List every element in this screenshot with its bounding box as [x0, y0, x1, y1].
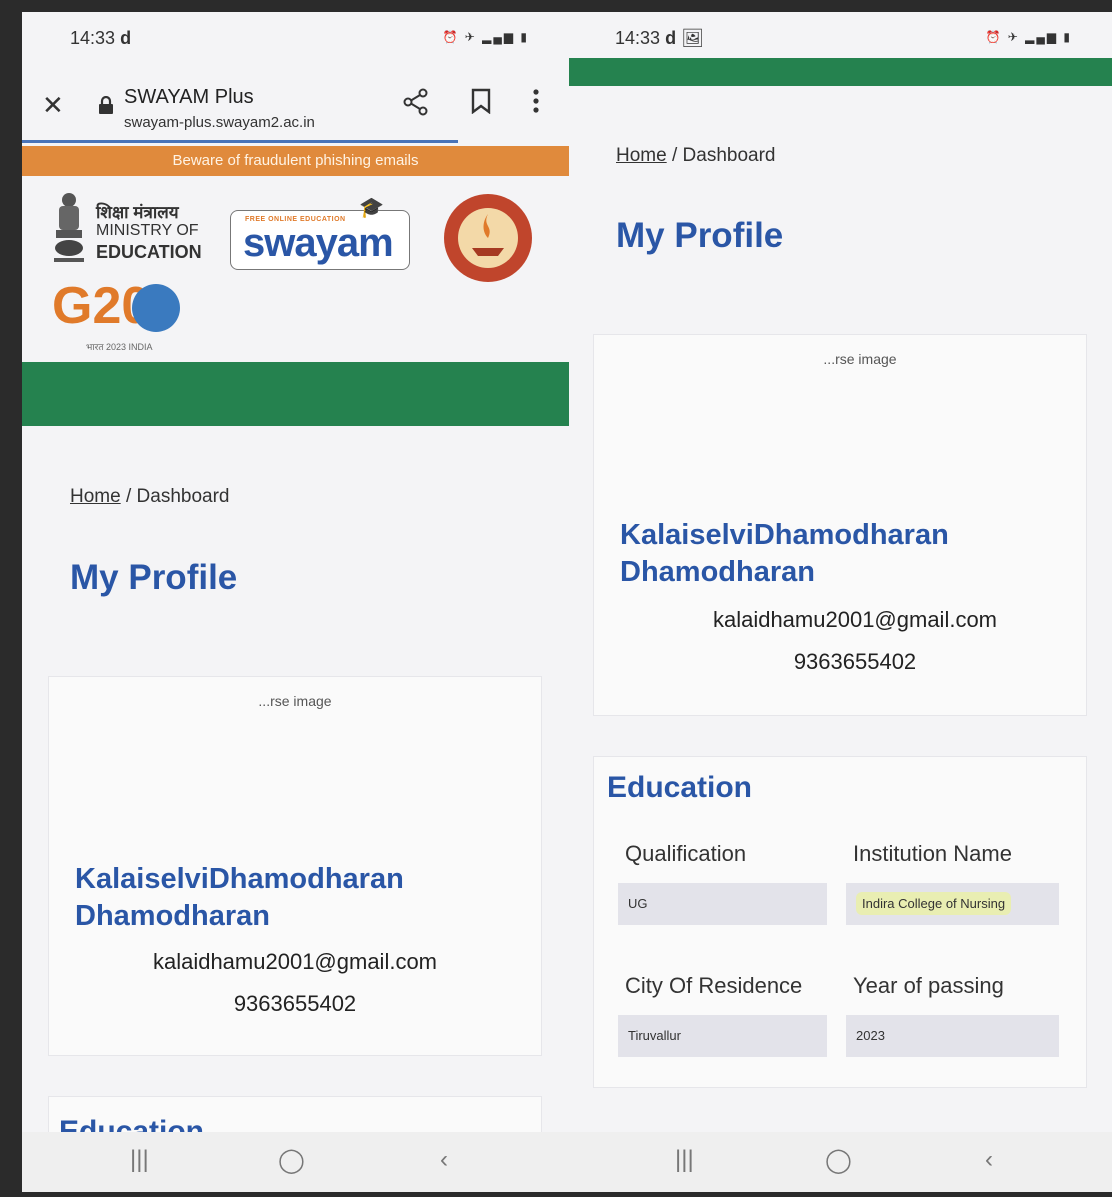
year-field: 2023	[846, 1015, 1059, 1057]
browser-toolbar: ✕ SWAYAM Plus swayam-plus.swayam2.ac.in	[22, 70, 569, 140]
site-title: SWAYAM Plus	[124, 86, 254, 108]
qualification-label: Qualification	[625, 841, 747, 866]
status-bar: 14:33 d ⏰ ✈ ▂▄▆ ▮	[22, 12, 569, 58]
city-field: Tiruvallur	[618, 1015, 827, 1057]
green-nav-band	[22, 362, 569, 426]
profile-name: KalaiselviDhamodharan Dhamodharan	[75, 863, 404, 932]
city-label: City Of Residence	[625, 973, 803, 998]
lotus-globe-icon	[132, 284, 180, 332]
year-label: Year of passing	[853, 973, 1004, 998]
lock-icon	[98, 95, 114, 119]
bookmark-icon[interactable]	[470, 88, 492, 121]
share-icon[interactable]	[402, 88, 430, 123]
profile-email: kalaidhamu2001@gmail.com	[152, 949, 438, 974]
more-vert-icon[interactable]	[530, 88, 542, 121]
right-screenshot: 14:33 d 🖼 ⏰ ✈ ▂▄▆ ▮ Home / Dashboard My …	[569, 12, 1112, 1192]
graduation-cap-icon: 🎓	[359, 197, 384, 219]
institution-label: Institution Name	[853, 841, 1012, 866]
site-url[interactable]: swayam-plus.swayam2.ac.in	[124, 114, 315, 131]
android-nav-bar: ||| ◯ ‹	[569, 1132, 1112, 1192]
ministry-of-education-logo: शिक्षा मंत्रालय MINISTRY OF EDUCATION	[50, 190, 202, 270]
close-icon[interactable]: ✕	[42, 90, 64, 121]
recents-icon[interactable]: |||	[130, 1146, 149, 1174]
home-icon[interactable]: ◯	[278, 1146, 305, 1175]
recents-icon[interactable]: |||	[675, 1146, 694, 1174]
profile-card: ...rse image KalaiselviDhamodharan Dhamo…	[48, 676, 542, 1056]
status-icons: ⏰ ✈ ▂▄▆ ▮	[985, 30, 1072, 44]
breadcrumb-current: / Dashboard	[671, 145, 776, 166]
profile-phone: 9363655402	[793, 649, 917, 674]
breadcrumb-current: / Dashboard	[125, 486, 230, 507]
education-card: Education Qualification UG Institution N…	[593, 756, 1087, 1088]
profile-image-placeholder: ...rse image	[258, 693, 332, 709]
profile-image-placeholder: ...rse image	[823, 351, 897, 367]
profile-card: ...rse image KalaiselviDhamodharan Dhamo…	[593, 334, 1087, 716]
green-nav-band	[569, 58, 1112, 86]
breadcrumb-home-link[interactable]: Home	[70, 486, 121, 507]
breadcrumb: Home / Dashboard	[70, 486, 229, 508]
swayam-logo[interactable]: 🎓 FREE ONLINE EDUCATION swayam	[230, 197, 410, 270]
status-bar: 14:33 d 🖼 ⏰ ✈ ▂▄▆ ▮	[569, 12, 1112, 58]
left-screenshot: 14:33 d ⏰ ✈ ▂▄▆ ▮ ✕ SWAYAM Plus swayam-p…	[22, 12, 569, 1192]
profile-phone: 9363655402	[233, 991, 357, 1016]
emblem-icon	[54, 193, 84, 262]
home-icon[interactable]: ◯	[825, 1146, 852, 1175]
breadcrumb-home-link[interactable]: Home	[616, 145, 667, 166]
g20-logo: G20 भारत 2023 INDIA	[52, 276, 192, 362]
profile-email: kalaidhamu2001@gmail.com	[712, 607, 998, 632]
status-time: 14:33 d 🖼	[615, 28, 704, 48]
institution-field: Indira College of Nursing	[846, 883, 1059, 925]
page-load-progress	[22, 140, 458, 143]
phishing-warning-banner: Beware of fraudulent phishing emails	[22, 146, 569, 176]
page-title: My Profile	[70, 558, 238, 597]
qualification-field: UG	[618, 883, 827, 925]
back-icon[interactable]: ‹	[440, 1146, 448, 1174]
android-nav-bar: ||| ◯ ‹	[22, 1132, 569, 1192]
status-time: 14:33 d	[70, 28, 132, 48]
education-heading: Education	[607, 771, 753, 804]
page-title: My Profile	[616, 216, 784, 255]
logo-header: शिक्षा मंत्रालय MINISTRY OF EDUCATION G2…	[22, 176, 569, 372]
iit-madras-seal-icon	[444, 194, 532, 282]
status-icons: ⏰ ✈ ▂▄▆ ▮	[442, 30, 529, 44]
breadcrumb: Home / Dashboard	[616, 145, 775, 167]
back-icon[interactable]: ‹	[985, 1146, 993, 1174]
profile-name: KalaiselviDhamodharan Dhamodharan	[620, 519, 949, 588]
